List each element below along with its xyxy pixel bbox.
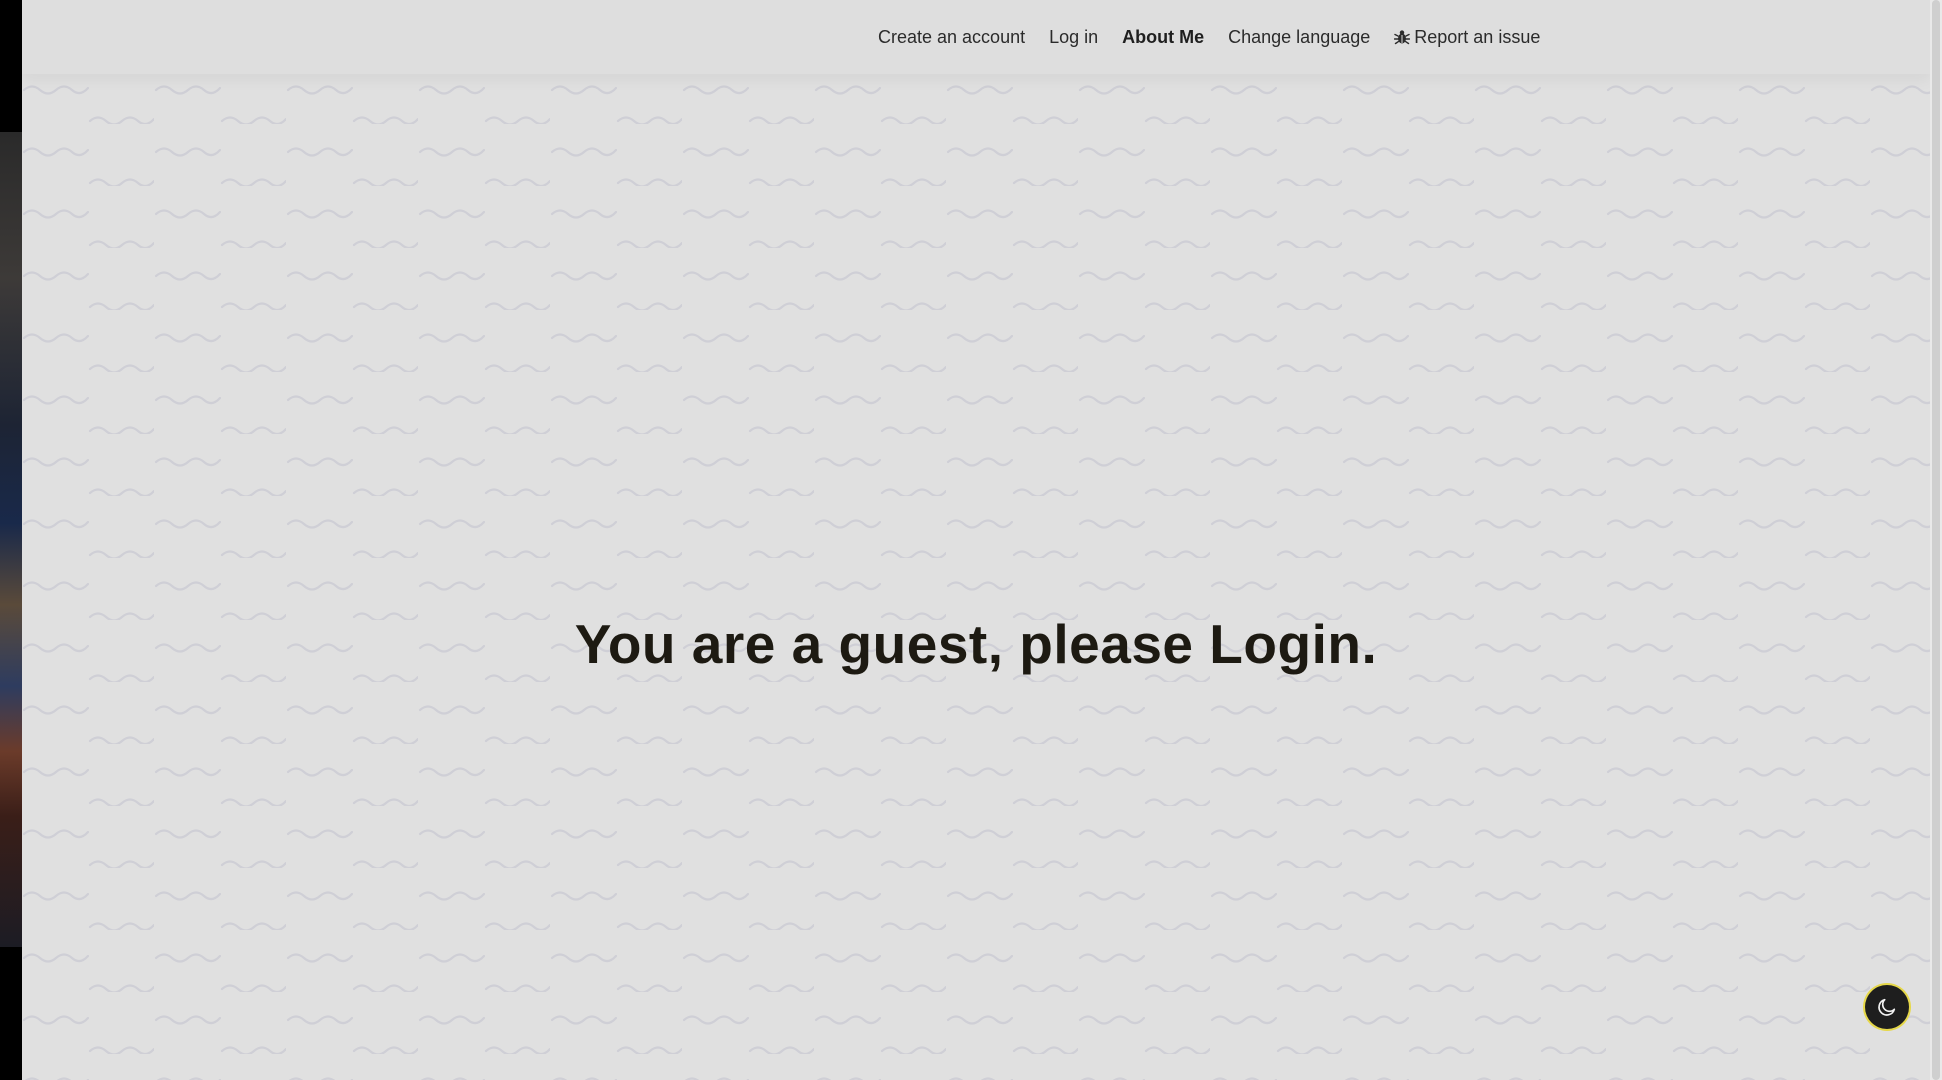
bug-icon [1394, 30, 1411, 45]
scrollbar-thumb[interactable] [1932, 0, 1940, 1080]
nav-change-language[interactable]: Change language [1216, 27, 1382, 48]
nav-links: Create an account Log in About Me Change… [866, 0, 1552, 74]
nav-about-me[interactable]: About Me [1110, 27, 1216, 48]
nav-report-issue[interactable]: Report an issue [1382, 27, 1552, 48]
nav-report-issue-label: Report an issue [1414, 26, 1541, 47]
moon-icon [1878, 998, 1896, 1016]
page-content: Create an account Log in About Me Change… [22, 0, 1930, 1080]
top-navbar: Create an account Log in About Me Change… [22, 0, 1930, 74]
guest-login-message: You are a guest, please Login. [574, 613, 1378, 675]
background-photo [0, 132, 22, 947]
background-image-strip [0, 0, 22, 1080]
nav-create-account[interactable]: Create an account [866, 27, 1037, 48]
nav-log-in[interactable]: Log in [1037, 27, 1110, 48]
theme-toggle-button[interactable] [1865, 985, 1909, 1029]
page-scrollbar[interactable] [1930, 0, 1942, 1080]
